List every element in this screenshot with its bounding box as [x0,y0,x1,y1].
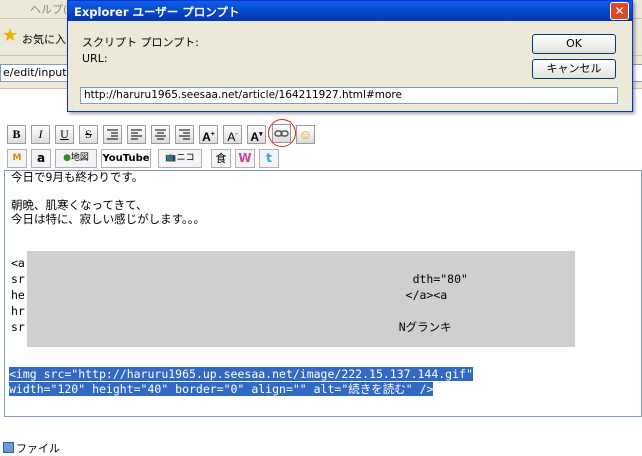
file-label: ファイル [16,442,60,455]
font-size-up-button[interactable]: A+ [199,125,218,144]
favorites-label[interactable]: お気に入 [22,31,66,47]
prompt-dialog: Explorer ユーザー プロンプト ✕ スクリプト プロンプト: URL: … [67,0,633,112]
dialog-title: Explorer ユーザー プロンプト [74,5,240,19]
file-checkbox[interactable] [3,442,14,453]
strike-button[interactable]: S [79,125,98,144]
selected-line: width="120" height="40" border="0" align… [9,382,434,396]
dialog-titlebar[interactable]: Explorer ユーザー プロンプト ✕ [68,1,632,21]
bold-button[interactable]: B [7,125,26,144]
gmail-icon[interactable]: M [7,149,27,168]
editor-line: he </a><a [11,288,448,302]
editor-line: 今日は特に、寂しい感じがします。。。 [11,212,206,226]
editor-line: sr dth="80" [11,272,468,286]
align-left-icon[interactable] [127,125,146,144]
nico-label: ニコ [176,153,195,163]
globe-icon: ● [63,153,71,163]
selected-line: <img src="http://haruru1965.up.seesaa.ne… [9,367,473,381]
nico-button[interactable]: 📺ニコ [158,149,202,168]
food-button[interactable]: 食 [211,149,231,168]
youtube-label: YouTube [102,153,150,164]
tv-icon: 📺 [165,153,177,163]
editor-textarea[interactable]: 今日で9月も終わりです。 朝晩、肌寒くなってきて、 今日は特に、寂しい感じがしま… [4,170,642,417]
bottom-section: ファイル [0,440,642,455]
cancel-button[interactable]: キャンセル [532,59,616,79]
map-button[interactable]: ●地図 [55,149,97,168]
prompt-text: URL: [82,52,108,65]
underline-button[interactable]: U [55,125,74,144]
url-input[interactable]: http://haruru1965.seesaa.net/article/164… [80,87,618,104]
editor-line: <a [11,256,25,270]
align-right-icon[interactable] [175,125,194,144]
amazon-icon[interactable]: a [31,149,51,168]
emoji-smile-icon[interactable]: ☺ [296,125,315,144]
w-button[interactable]: W [235,149,255,168]
indent-icon[interactable] [103,125,122,144]
font-size-down-button[interactable]: A- [223,125,242,144]
highlight-circle [268,119,296,147]
youtube-button[interactable]: YouTube [101,149,151,168]
editor-line: hr [11,304,25,318]
italic-button[interactable]: I [31,125,50,144]
editor-line: 今日で9月も終わりです。 [11,170,144,184]
prompt-label: スクリプト プロンプト: [82,36,199,49]
ok-button[interactable]: OK [532,34,616,54]
editor-line: 朝晩、肌寒くなってきて、 [11,198,148,212]
align-center-icon[interactable] [151,125,170,144]
close-icon[interactable]: ✕ [610,2,629,20]
map-label: 地図 [70,153,89,163]
font-color-button[interactable]: A▾ [247,125,266,144]
twitter-icon[interactable]: t [259,149,279,168]
favorites-star-icon[interactable]: ★ [2,27,18,45]
editor-line: sr Nグランキ [11,320,452,334]
